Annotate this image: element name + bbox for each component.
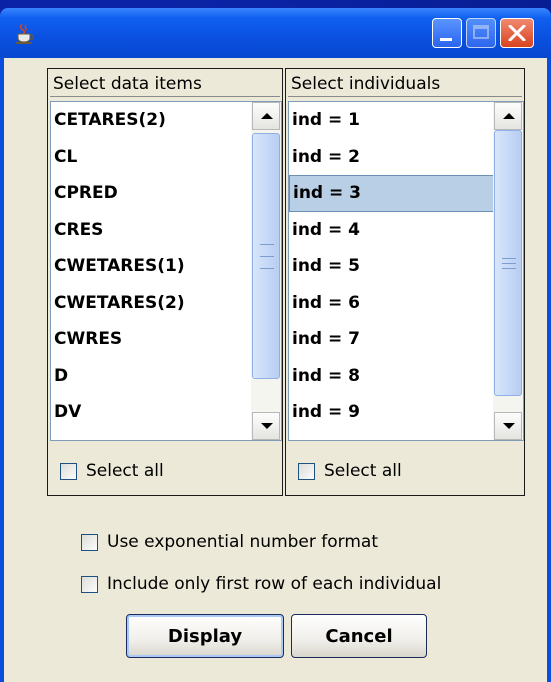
scroll-down-button[interactable]	[494, 412, 522, 440]
exponential-format-option[interactable]: Use exponential number format	[81, 532, 378, 552]
close-button[interactable]	[500, 18, 534, 48]
list-item[interactable]: CPRED	[51, 175, 242, 212]
individuals-scroll-thumb[interactable]	[494, 130, 522, 396]
data-items-header: Select data items	[50, 72, 280, 97]
scroll-up-button[interactable]	[252, 102, 280, 130]
dialog-window: Select data items CETARES(2) CL CPRED CRES C…	[0, 8, 551, 682]
list-item[interactable]: CWRES	[51, 321, 242, 358]
individuals-panel: Select individuals ind = 1 ind = 2 ind = 3…	[285, 68, 525, 496]
list-item[interactable]: CRES	[51, 212, 242, 249]
cancel-button[interactable]: Cancel	[291, 614, 427, 658]
first-row-only-checkbox[interactable]	[81, 575, 98, 593]
first-row-only-label: Include only first row of each individua…	[107, 574, 442, 594]
arrow-down-icon	[261, 423, 273, 429]
data-items-scrollbar[interactable]	[251, 102, 281, 440]
list-item[interactable]: ind = 1	[289, 102, 497, 139]
list-item[interactable]: ind = 2	[289, 139, 497, 176]
list-item[interactable]: ind = 6	[289, 285, 497, 322]
individuals-list[interactable]: ind = 1 ind = 2 ind = 3 ind = 4 ind = 5 ind =…	[288, 101, 524, 441]
minimize-icon	[440, 38, 452, 41]
list-item[interactable]: ind = 5	[289, 248, 497, 285]
individuals-scrollbar[interactable]	[493, 102, 523, 440]
list-item[interactable]: CL	[51, 139, 242, 176]
list-item[interactable]: ind = 7	[289, 321, 497, 358]
list-item[interactable]: ind = 3	[289, 175, 494, 212]
minimize-button[interactable]	[432, 18, 462, 48]
arrow-up-icon	[261, 113, 273, 119]
individuals-header: Select individuals	[288, 72, 522, 97]
list-item[interactable]: D	[51, 358, 242, 395]
data-items-select-all-label: Select all	[86, 461, 164, 481]
arrow-down-icon	[503, 423, 515, 429]
data-items-select-all[interactable]: Select all	[60, 461, 164, 481]
data-items-select-all-checkbox[interactable]	[60, 462, 77, 480]
list-item[interactable]: CWETARES(2)	[51, 285, 242, 322]
arrow-up-icon	[503, 113, 515, 119]
data-items-scroll-thumb[interactable]	[252, 133, 280, 379]
list-item[interactable]: CETARES(2)	[51, 102, 242, 139]
scroll-up-button[interactable]	[494, 102, 522, 130]
exponential-format-label: Use exponential number format	[107, 532, 378, 552]
list-item[interactable]: DV	[51, 394, 242, 431]
title-bar[interactable]	[0, 8, 551, 58]
data-items-entries: CETARES(2) CL CPRED CRES CWETARES(1) CWETARES…	[51, 102, 242, 441]
java-cup-icon	[12, 20, 38, 46]
data-items-list[interactable]: CETARES(2) CL CPRED CRES CWETARES(1) CWETARES…	[50, 101, 282, 441]
maximize-button[interactable]	[466, 18, 496, 48]
individuals-select-all-checkbox[interactable]	[298, 462, 315, 480]
list-item[interactable]: EBC(1)	[51, 431, 242, 441]
individuals-select-all[interactable]: Select all	[298, 461, 402, 481]
list-item[interactable]: CWETARES(1)	[51, 248, 242, 285]
individuals-entries: ind = 1 ind = 2 ind = 3 ind = 4 ind = 5 ind =…	[289, 102, 497, 441]
list-item[interactable]: ind = 8	[289, 358, 497, 395]
dialog-content: Select data items CETARES(2) CL CPRED CRES C…	[4, 58, 547, 682]
list-item[interactable]: ind = 10	[289, 431, 497, 441]
list-item[interactable]: ind = 9	[289, 394, 497, 431]
data-items-panel: Select data items CETARES(2) CL CPRED CRES C…	[47, 68, 283, 496]
display-button[interactable]: Display	[126, 614, 284, 658]
maximize-icon	[473, 25, 489, 39]
first-row-only-option[interactable]: Include only first row of each individua…	[81, 574, 441, 594]
list-item[interactable]: ind = 4	[289, 212, 497, 249]
scroll-down-button[interactable]	[252, 412, 280, 440]
individuals-select-all-label: Select all	[324, 461, 402, 481]
exponential-format-checkbox[interactable]	[81, 533, 98, 551]
